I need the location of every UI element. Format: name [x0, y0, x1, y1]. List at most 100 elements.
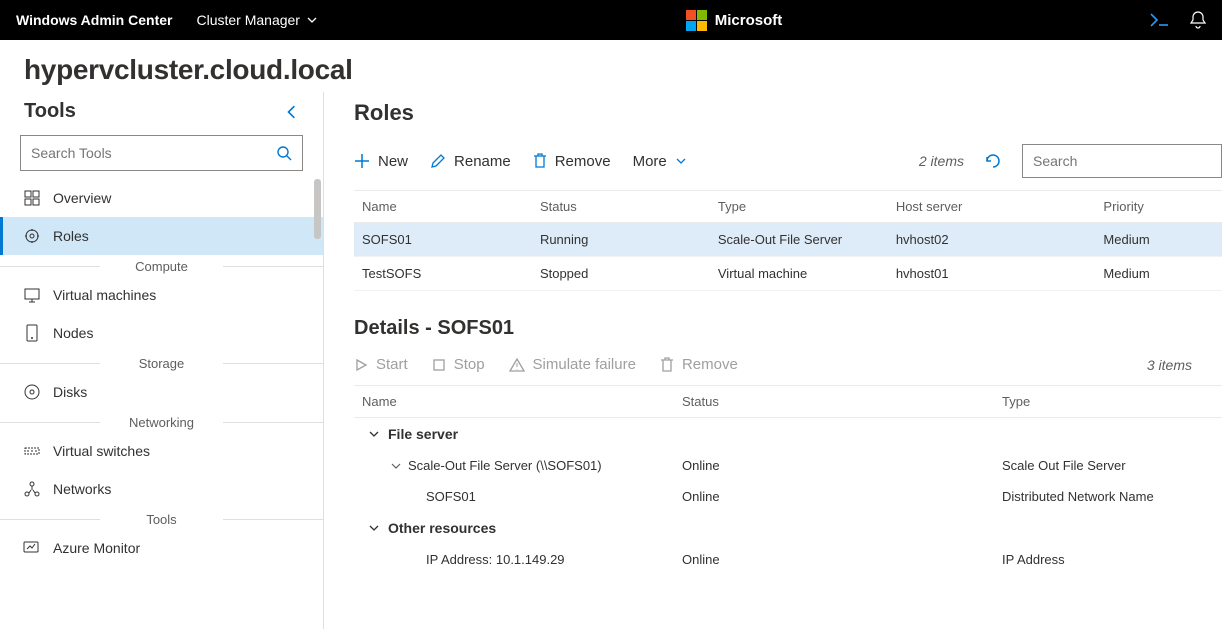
chevron-down-icon	[368, 428, 380, 440]
nav-item-label: Virtual switches	[53, 443, 150, 459]
start-button[interactable]: Start	[354, 356, 408, 373]
details-group-other[interactable]: Other resources	[354, 512, 1222, 544]
app-title: Windows Admin Center	[16, 12, 172, 28]
roles-search-input[interactable]	[1022, 144, 1222, 178]
networks-icon	[23, 480, 41, 498]
dcol-name[interactable]: Name	[362, 394, 682, 409]
tools-search-input[interactable]	[31, 145, 276, 161]
pencil-icon	[430, 153, 446, 169]
col-priority[interactable]: Priority	[1103, 199, 1222, 214]
cell-priority: Medium	[1103, 266, 1222, 281]
details-item-count: 3 items	[1147, 357, 1222, 373]
azure-monitor-icon	[23, 539, 41, 557]
remove-button[interactable]: Remove	[533, 153, 611, 170]
plus-icon	[354, 153, 370, 169]
tools-title: Tools	[24, 100, 76, 123]
col-type[interactable]: Type	[718, 199, 896, 214]
more-button[interactable]: More	[633, 153, 687, 170]
nav-item-virtual-switches[interactable]: Virtual switches	[0, 432, 323, 470]
table-row[interactable]: TestSOFS Stopped Virtual machine hvhost0…	[354, 257, 1222, 291]
nav-item-nodes[interactable]: Nodes	[0, 314, 323, 352]
col-name[interactable]: Name	[362, 199, 540, 214]
nav-item-overview[interactable]: Overview	[0, 179, 323, 217]
nav-item-label: Roles	[53, 228, 89, 244]
dcell-name: Scale-Out File Server (\\SOFS01)	[408, 458, 602, 473]
nav-item-networks[interactable]: Networks	[0, 470, 323, 508]
top-bar: Windows Admin Center Cluster Manager Mic…	[0, 0, 1222, 40]
nav-item-azure-monitor[interactable]: Azure Monitor	[0, 529, 323, 567]
tools-sidebar: Tools Overview Roles	[0, 92, 324, 629]
context-switcher[interactable]: Cluster Manager	[196, 12, 318, 28]
microsoft-logo-icon	[686, 10, 707, 31]
cell-priority: Medium	[1103, 232, 1222, 247]
stop-button[interactable]: Stop	[432, 356, 485, 373]
cluster-header: hypervcluster.cloud.local	[0, 40, 1222, 92]
dcol-type[interactable]: Type	[1002, 394, 1222, 409]
simulate-failure-button[interactable]: Simulate failure	[509, 356, 636, 373]
roles-table-header: Name Status Type Host server Priority	[354, 190, 1222, 223]
context-label: Cluster Manager	[196, 12, 300, 28]
start-label: Start	[376, 356, 408, 373]
dcell-status: Online	[682, 489, 1002, 504]
trash-icon	[660, 357, 674, 373]
sidebar-scrollbar[interactable]	[314, 179, 321, 239]
remove-label: Remove	[555, 153, 611, 170]
refresh-button[interactable]	[984, 152, 1002, 170]
collapse-sidebar-button[interactable]	[285, 105, 299, 119]
roles-toolbar: New Rename Remove More 2 items	[354, 140, 1222, 190]
nav-item-roles[interactable]: Roles	[0, 217, 323, 255]
stop-icon	[432, 358, 446, 372]
dcell-status: Online	[682, 458, 1002, 473]
microsoft-logo: Microsoft	[686, 10, 783, 31]
roles-icon	[23, 227, 41, 245]
cell-host: hvhost02	[896, 232, 1104, 247]
cell-name: TestSOFS	[362, 266, 540, 281]
chevron-down-icon	[675, 155, 687, 167]
nav-item-label: Disks	[53, 384, 87, 400]
nav-group-tools: Tools	[0, 508, 323, 529]
dcol-status[interactable]: Status	[682, 394, 1002, 409]
nav-item-virtual-machines[interactable]: Virtual machines	[0, 276, 323, 314]
nav-item-disks[interactable]: Disks	[0, 373, 323, 411]
trash-icon	[533, 153, 547, 169]
nav-group-compute: Compute	[0, 255, 323, 276]
group-label: File server	[388, 426, 458, 442]
warning-icon	[509, 358, 525, 372]
new-label: New	[378, 153, 408, 170]
nav-item-label: Virtual machines	[53, 287, 156, 303]
notifications-icon[interactable]	[1190, 11, 1206, 29]
more-label: More	[633, 153, 667, 170]
dcell-type: Distributed Network Name	[1002, 489, 1222, 504]
nav-item-label: Networks	[53, 481, 111, 497]
cell-name: SOFS01	[362, 232, 540, 247]
dcell-name: IP Address: 10.1.149.29	[362, 552, 682, 567]
chevron-down-icon	[368, 522, 380, 534]
nav-item-label: Overview	[53, 190, 111, 206]
col-host[interactable]: Host server	[896, 199, 1104, 214]
rename-button[interactable]: Rename	[430, 153, 511, 170]
powershell-icon[interactable]	[1150, 13, 1170, 27]
new-button[interactable]: New	[354, 153, 408, 170]
dcell-status: Online	[682, 552, 1002, 567]
tools-search[interactable]	[20, 135, 303, 171]
col-status[interactable]: Status	[540, 199, 718, 214]
dcell-type: IP Address	[1002, 552, 1222, 567]
nodes-icon	[23, 324, 41, 342]
table-row[interactable]: SOFS01 Running Scale-Out File Server hvh…	[354, 223, 1222, 257]
nav-group-networking: Networking	[0, 411, 323, 432]
details-title: Details - SOFS01	[354, 291, 1222, 356]
details-row[interactable]: SOFS01 Online Distributed Network Name	[354, 481, 1222, 512]
chevron-down-icon	[390, 460, 402, 472]
vm-icon	[23, 286, 41, 304]
details-row[interactable]: IP Address: 10.1.149.29 Online IP Addres…	[354, 544, 1222, 575]
details-group-fileserver[interactable]: File server	[354, 418, 1222, 450]
details-table-header: Name Status Type	[354, 385, 1222, 418]
tools-nav: Overview Roles Compute Virtual machines	[0, 179, 323, 567]
details-row[interactable]: Scale-Out File Server (\\SOFS01) Online …	[354, 450, 1222, 481]
details-toolbar: Start Stop Simulate failure Remove 3 ite…	[354, 356, 1222, 385]
simfail-label: Simulate failure	[533, 356, 636, 373]
cell-type: Scale-Out File Server	[718, 232, 896, 247]
details-remove-label: Remove	[682, 356, 738, 373]
nav-item-label: Nodes	[53, 325, 93, 341]
details-remove-button[interactable]: Remove	[660, 356, 738, 373]
